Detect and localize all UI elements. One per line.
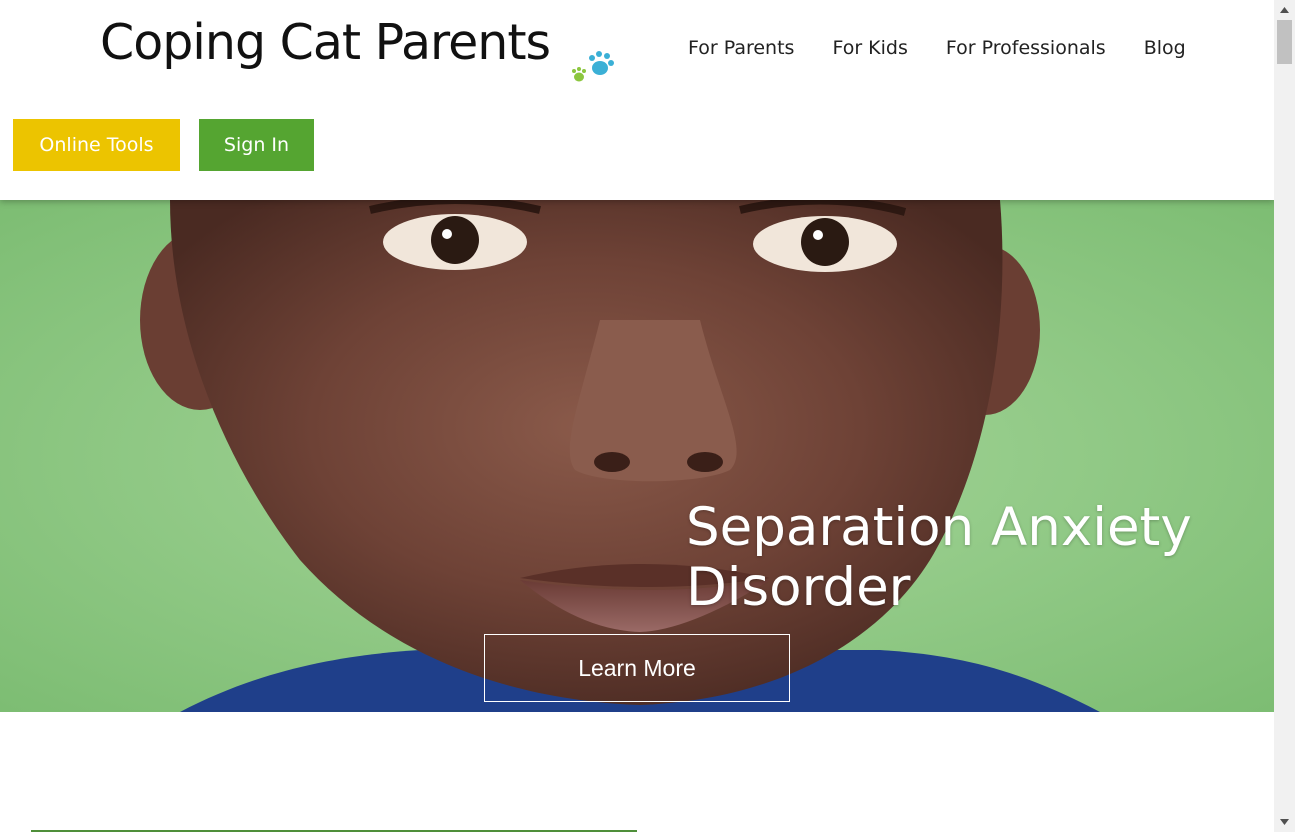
- scroll-up-arrow-icon[interactable]: [1274, 0, 1295, 20]
- online-tools-button[interactable]: Online Tools: [13, 119, 180, 171]
- nav-for-parents[interactable]: For Parents: [688, 34, 794, 62]
- logo-text: Coping Cat Parents: [100, 14, 551, 71]
- site-header: Coping Cat Parents For Parents For Kids …: [0, 0, 1274, 200]
- main-nav: For Parents For Kids For Professionals B…: [688, 34, 1224, 62]
- hero-banner: Separation Anxiety Disorder Learn More: [0, 200, 1274, 712]
- scrollbar-thumb[interactable]: [1277, 20, 1292, 64]
- paw-prints-icon: [572, 51, 614, 82]
- hero-title-line2: Disorder: [686, 557, 911, 618]
- scroll-down-arrow-icon[interactable]: [1274, 812, 1295, 832]
- vertical-scrollbar[interactable]: [1274, 0, 1295, 832]
- nav-blog[interactable]: Blog: [1144, 34, 1186, 62]
- learn-more-button[interactable]: Learn More: [484, 634, 790, 702]
- site-logo[interactable]: Coping Cat Parents: [100, 8, 630, 88]
- nav-for-kids[interactable]: For Kids: [832, 34, 907, 62]
- hero-title-line1: Separation Anxiety: [686, 497, 1192, 558]
- hero-title: Separation Anxiety Disorder: [686, 498, 1246, 618]
- sign-in-button[interactable]: Sign In: [199, 119, 314, 171]
- page: Coping Cat Parents For Parents For Kids …: [0, 0, 1274, 832]
- nav-for-professionals[interactable]: For Professionals: [946, 34, 1106, 62]
